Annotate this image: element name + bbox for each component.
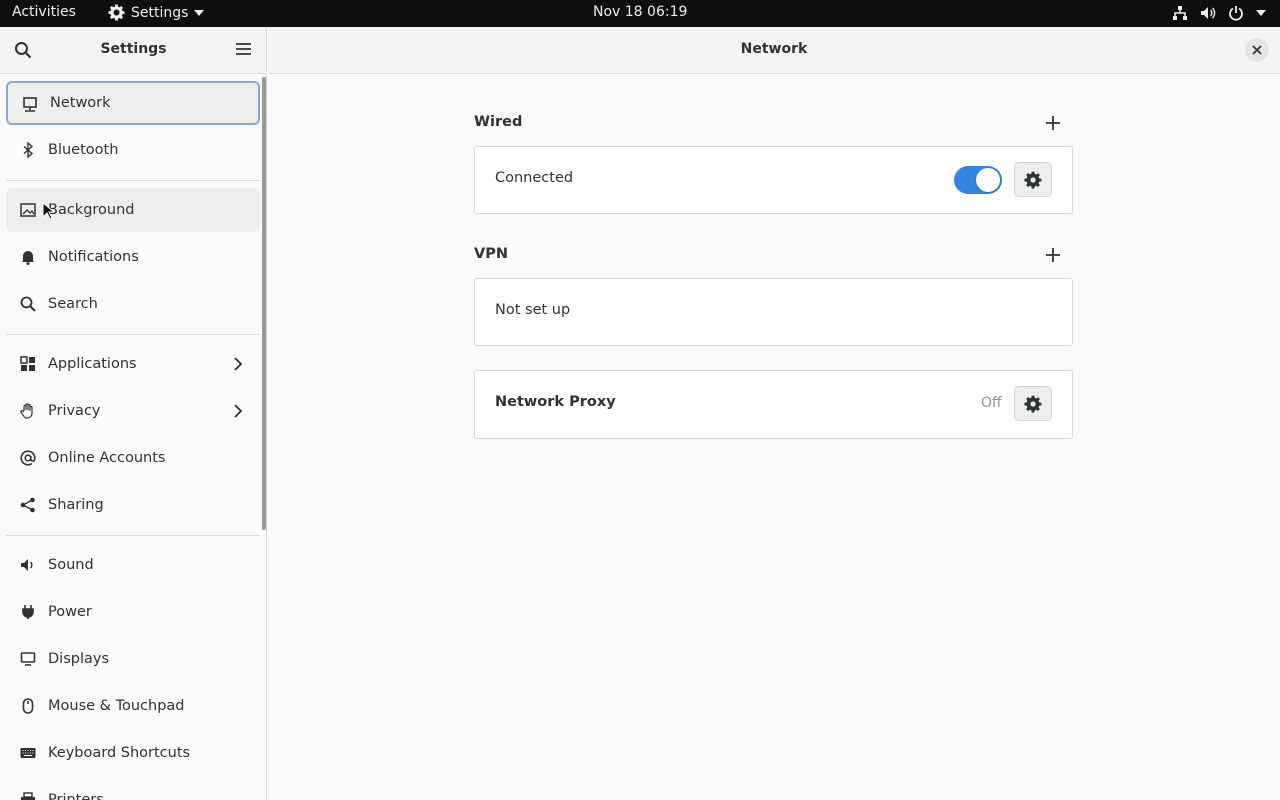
sidebar-item-label: Search bbox=[48, 296, 98, 312]
sidebar-separator bbox=[6, 535, 260, 536]
app-menu-label: Settings bbox=[131, 4, 189, 21]
sidebar-item-power[interactable]: Power bbox=[6, 590, 260, 634]
sidebar-item-label: Applications bbox=[48, 356, 137, 372]
sidebar-item-label: Privacy bbox=[48, 403, 101, 419]
mouse-icon bbox=[22, 698, 34, 714]
sidebar-item-bluetooth[interactable]: Bluetooth bbox=[6, 128, 260, 172]
sidebar-item-label: Background bbox=[48, 202, 135, 218]
sidebar-item-network[interactable]: Network bbox=[6, 81, 260, 125]
wired-status: Connected bbox=[495, 170, 574, 186]
printer-icon bbox=[21, 792, 35, 800]
keyboard-icon bbox=[20, 748, 36, 758]
sidebar-item-label: Network bbox=[50, 95, 111, 111]
sidebar-item-label: Printers bbox=[48, 792, 104, 800]
mouse-cursor-icon bbox=[42, 202, 54, 220]
chevron-right-icon bbox=[234, 404, 243, 418]
sidebar-item-label: Displays bbox=[48, 651, 110, 667]
sidebar-scrollbar[interactable] bbox=[262, 77, 266, 530]
gear-icon bbox=[1024, 395, 1042, 413]
wired-toggle[interactable] bbox=[954, 166, 1002, 194]
toggle-knob bbox=[976, 168, 1000, 192]
network-proxy-state: Off bbox=[981, 395, 1002, 411]
sidebar-item-keyboard-shortcuts[interactable]: Keyboard Shortcuts bbox=[6, 731, 260, 775]
search-icon bbox=[20, 296, 36, 312]
main-header: Network bbox=[268, 27, 1280, 74]
sidebar-item-notifications[interactable]: Notifications bbox=[6, 235, 260, 279]
sidebar-header: Settings bbox=[0, 27, 266, 74]
sidebar-separator bbox=[6, 334, 260, 335]
sidebar-item-label: Online Accounts bbox=[48, 450, 166, 466]
power-plug-icon bbox=[22, 605, 34, 619]
proxy-settings-button[interactable] bbox=[1014, 386, 1052, 421]
system-tray[interactable] bbox=[1172, 5, 1266, 21]
sidebar-item-sharing[interactable]: Sharing bbox=[6, 483, 260, 527]
sidebar-item-label: Power bbox=[48, 604, 92, 620]
sidebar-item-label: Bluetooth bbox=[48, 142, 119, 158]
hamburger-menu-icon[interactable] bbox=[235, 42, 252, 56]
sidebar-item-online-accounts[interactable]: Online Accounts bbox=[6, 436, 260, 480]
top-bar: Activities Settings Nov 18 06:19 bbox=[0, 0, 1280, 27]
sidebar-item-applications[interactable]: Applications bbox=[6, 342, 260, 386]
wired-section-heading: Wired bbox=[474, 114, 523, 130]
bell-icon bbox=[22, 251, 34, 265]
hand-icon bbox=[20, 403, 33, 419]
background-icon bbox=[20, 203, 36, 217]
vpn-section-heading: VPN bbox=[474, 246, 508, 262]
sidebar-item-label: Sharing bbox=[48, 497, 104, 513]
close-button[interactable] bbox=[1245, 38, 1269, 62]
sidebar: Settings Network Bluetooth Background No… bbox=[0, 27, 267, 800]
add-vpn-button[interactable] bbox=[1043, 245, 1063, 265]
sidebar-item-label: Keyboard Shortcuts bbox=[48, 745, 191, 761]
bluetooth-icon bbox=[23, 142, 34, 158]
apps-grid-icon bbox=[20, 356, 35, 371]
clock[interactable]: Nov 18 06:19 bbox=[593, 4, 687, 20]
gear-icon bbox=[1024, 171, 1042, 189]
sidebar-item-mouse-touchpad[interactable]: Mouse & Touchpad bbox=[6, 684, 260, 728]
sidebar-item-sound[interactable]: Sound bbox=[6, 543, 260, 587]
at-icon bbox=[20, 450, 36, 466]
wired-settings-button[interactable] bbox=[1014, 162, 1052, 197]
activities-button[interactable]: Activities bbox=[12, 4, 76, 20]
vpn-row: Not set up bbox=[474, 278, 1073, 346]
volume-icon bbox=[1200, 5, 1216, 21]
sidebar-title: Settings bbox=[100, 41, 167, 57]
sidebar-item-search[interactable]: Search bbox=[6, 282, 260, 326]
app-menu-button[interactable]: Settings bbox=[108, 4, 205, 21]
wired-network-icon bbox=[1172, 5, 1188, 21]
add-wired-button[interactable] bbox=[1043, 113, 1063, 133]
vpn-status: Not set up bbox=[495, 302, 571, 318]
gear-icon bbox=[108, 4, 125, 21]
monitor-icon bbox=[20, 652, 36, 666]
sidebar-item-privacy[interactable]: Privacy bbox=[6, 389, 260, 433]
chevron-right-icon bbox=[234, 357, 243, 371]
sidebar-item-displays[interactable]: Displays bbox=[6, 637, 260, 681]
sidebar-separator bbox=[6, 180, 260, 181]
sidebar-item-printers[interactable]: Printers bbox=[6, 778, 260, 800]
speaker-icon bbox=[21, 559, 33, 571]
power-icon bbox=[1228, 5, 1244, 21]
network-icon bbox=[23, 97, 37, 112]
network-proxy-label: Network Proxy bbox=[495, 394, 616, 410]
caret-down-icon bbox=[1256, 5, 1266, 21]
network-proxy-row[interactable]: Network Proxy Off bbox=[474, 370, 1073, 439]
sidebar-item-label: Sound bbox=[48, 557, 94, 573]
share-icon bbox=[20, 497, 35, 513]
sidebar-item-label: Notifications bbox=[48, 249, 139, 265]
close-icon bbox=[1252, 45, 1262, 55]
wired-connection-row: Connected bbox=[474, 146, 1073, 214]
sidebar-item-label: Mouse & Touchpad bbox=[48, 698, 185, 714]
caret-down-icon bbox=[194, 9, 205, 16]
page-title: Network bbox=[740, 41, 808, 57]
